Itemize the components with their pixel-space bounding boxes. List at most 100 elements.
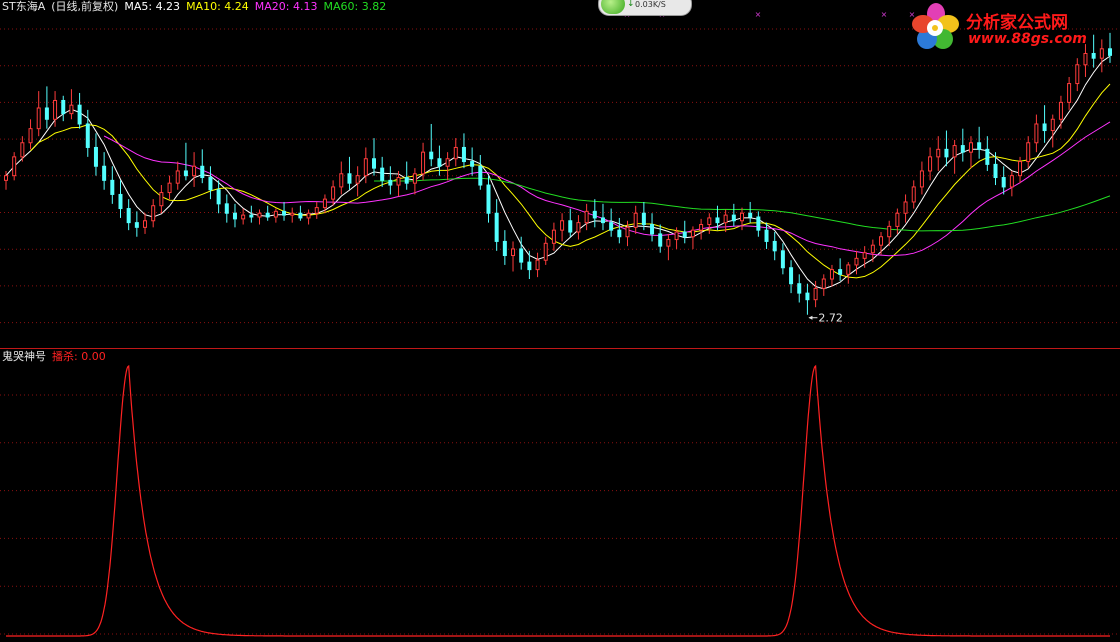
candle-body [470, 161, 475, 167]
candle-body [944, 148, 949, 158]
candle-body [404, 177, 409, 184]
candle-body [421, 151, 426, 175]
min-arrow-head [808, 315, 813, 320]
candle-body [1026, 142, 1031, 163]
min-price-label: 2.72 [818, 312, 843, 325]
candle-body [265, 212, 270, 218]
download-arrow-icon: ↓ [627, 0, 635, 9]
network-speed-widget[interactable]: ↓ 0.03K/S [598, 0, 692, 16]
candle-body [126, 208, 131, 224]
period-label: (日线,前复权) [51, 0, 119, 13]
candle-body [437, 158, 442, 167]
stock-chart-window: 2.72 ××××× ST东海A(日线,前复权)MA5: 4.23MA10: 4… [0, 0, 1120, 638]
candle-body [44, 107, 49, 120]
candle-body [723, 214, 728, 224]
signal-marker: × [755, 10, 762, 19]
candle-body [1001, 177, 1006, 188]
candle-body [396, 177, 401, 186]
candle-body [960, 145, 965, 153]
candle-body [151, 205, 156, 222]
candle-body [699, 224, 704, 231]
candle-body [952, 145, 957, 158]
candle-body [740, 212, 744, 222]
candle-body [445, 158, 450, 167]
indicator-panel-header: 鬼哭神号 播杀: 0.00 [2, 350, 106, 363]
candle-body [879, 236, 884, 246]
candle-body [584, 210, 589, 224]
candle-body [282, 210, 287, 216]
candle-body [789, 267, 794, 285]
candle-body [192, 165, 197, 177]
ma60-value: 3.82 [361, 0, 387, 13]
candle-body [314, 207, 319, 214]
main-panel-header: ST东海A (日线,前复权) MA5: 4.23 MA10: 4.24 MA20: 4.… [2, 0, 386, 13]
ma10-label: MA10: [186, 0, 221, 13]
indicator-series [6, 364, 1110, 637]
candle-body [731, 214, 736, 222]
candle-body [257, 212, 262, 218]
indicator-series-value: 0.00 [81, 350, 106, 363]
indicator-line [6, 364, 1110, 637]
candle-body [846, 264, 851, 275]
candle-body [28, 128, 33, 144]
chart-canvas[interactable]: 2.72 ××××× [0, 0, 1120, 638]
candle-body [36, 107, 41, 130]
candle-body [650, 224, 655, 235]
candle-body [903, 201, 908, 214]
candle-body [1067, 83, 1072, 103]
candle-body [772, 240, 777, 252]
speed-text: 0.03K/S [635, 0, 666, 9]
candle-body [241, 214, 246, 220]
candle-body [20, 142, 25, 158]
candle-body [993, 163, 998, 179]
candle-body [576, 222, 581, 233]
candle-body [511, 248, 516, 257]
ma5-line [5, 55, 1111, 290]
candle-body [919, 170, 924, 188]
candle-body [159, 192, 164, 207]
candle-body [797, 283, 802, 294]
candle-body [870, 244, 875, 254]
candle-body [543, 242, 548, 261]
candle-body [617, 229, 622, 238]
candle-body [527, 261, 532, 271]
candle-body [592, 210, 597, 219]
candle-body [502, 240, 507, 257]
candle-body [85, 123, 90, 148]
candle-body [461, 146, 466, 163]
candle-body [1058, 101, 1063, 120]
candle-body [12, 156, 17, 177]
candle-body [560, 220, 565, 231]
candle-body [887, 225, 892, 238]
candle-body [911, 186, 916, 203]
candle-body [780, 250, 785, 269]
candle-body [756, 216, 761, 231]
flower-logo-icon [912, 3, 959, 49]
grid-lines [0, 28, 1120, 635]
candle-body [1075, 64, 1080, 85]
candle-body [183, 170, 188, 177]
candle-body [658, 233, 663, 247]
candle-body [1009, 175, 1014, 188]
candle-body [61, 99, 66, 115]
candle-body [306, 212, 311, 219]
candlestick-series [4, 32, 1112, 315]
candle-body [682, 231, 687, 238]
ma20-value: 4.13 [293, 0, 318, 13]
candle-body [519, 248, 524, 263]
candle-body [674, 231, 679, 241]
candle-body [1083, 52, 1088, 66]
candle-body [429, 151, 434, 160]
candle-body [494, 212, 499, 242]
ma20-label: MA20: [254, 0, 290, 13]
speed-status-icon [601, 0, 625, 14]
ma10-value: 4.24 [224, 0, 249, 13]
candle-body [968, 142, 973, 153]
min-price-marker: 2.72 [808, 312, 843, 325]
ma5-label: MA5: [124, 0, 153, 13]
candle-body [1042, 123, 1047, 132]
candle-body [273, 210, 278, 218]
candle-body [77, 104, 82, 125]
ma60-label: MA60: [323, 0, 359, 13]
candle-body [224, 203, 229, 214]
